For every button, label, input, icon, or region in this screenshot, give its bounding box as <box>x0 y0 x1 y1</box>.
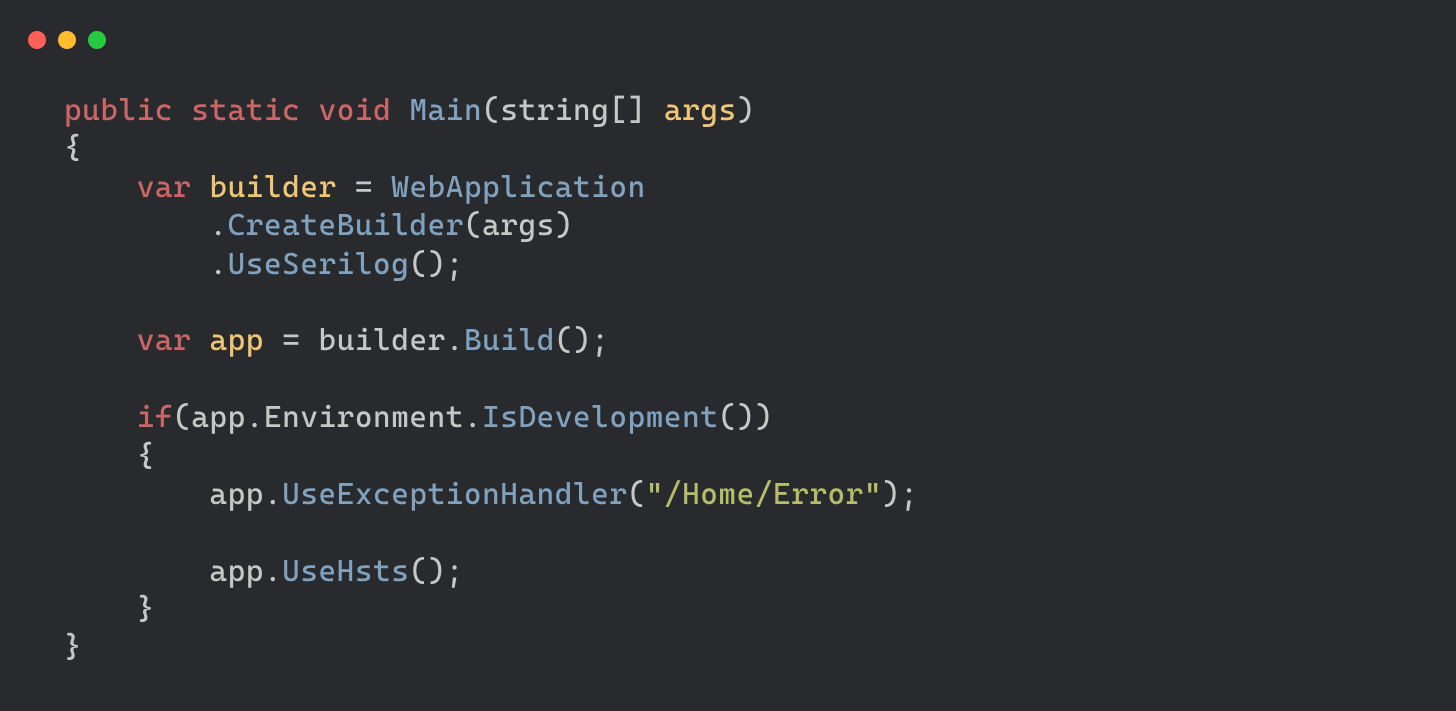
code-token <box>300 93 318 128</box>
code-token <box>337 170 355 205</box>
code-token: Main <box>409 93 482 128</box>
code-token: = <box>282 323 300 358</box>
code-token: ( <box>628 477 646 512</box>
code-token: } <box>64 592 155 627</box>
code-token: app. <box>64 554 282 589</box>
code-token: ()) <box>718 400 773 435</box>
maximize-icon[interactable] <box>88 31 106 49</box>
code-token: if <box>137 400 173 435</box>
code-token <box>173 93 191 128</box>
code-token: app. <box>64 477 282 512</box>
code-token: ( <box>464 208 482 243</box>
code-token: void <box>319 93 392 128</box>
code-token: args <box>664 93 737 128</box>
code-token: IsDevelopment <box>482 400 718 435</box>
code-token: ) <box>737 93 755 128</box>
code-token: builder. <box>300 323 464 358</box>
code-token: string <box>500 93 609 128</box>
code-token: static <box>191 93 300 128</box>
code-token <box>64 400 137 435</box>
code-token <box>391 93 409 128</box>
code-token <box>64 170 137 205</box>
code-token: (app.Environment. <box>173 400 482 435</box>
code-token: app <box>209 323 264 358</box>
code-token: var <box>137 170 192 205</box>
code-token: . <box>64 247 228 282</box>
code-token: ( <box>482 93 500 128</box>
code-token: ) <box>555 208 573 243</box>
code-token: Build <box>464 323 555 358</box>
code-token: public <box>64 93 173 128</box>
code-token: UseSerilog <box>228 247 410 282</box>
code-content: public static void Main(string[] args) {… <box>64 92 1456 668</box>
code-token: UseHsts <box>282 554 409 589</box>
code-token: args <box>482 208 555 243</box>
code-token <box>373 170 391 205</box>
code-token: var <box>137 323 192 358</box>
close-icon[interactable] <box>28 31 46 49</box>
code-editor[interactable]: public static void Main(string[] args) {… <box>0 56 1456 668</box>
code-token: . <box>64 208 228 243</box>
code-token: (); <box>555 323 610 358</box>
code-token: { <box>64 131 82 166</box>
code-token: builder <box>209 170 336 205</box>
code-token <box>191 323 209 358</box>
code-token <box>264 323 282 358</box>
minimize-icon[interactable] <box>58 31 76 49</box>
window-titlebar <box>0 0 1456 56</box>
code-token: ); <box>882 477 918 512</box>
code-token: = <box>355 170 373 205</box>
code-token: "/Home/Error" <box>646 477 882 512</box>
code-token: (); <box>409 247 464 282</box>
code-token: } <box>64 630 82 665</box>
code-window: public static void Main(string[] args) {… <box>0 0 1456 711</box>
code-token <box>191 170 209 205</box>
code-token: UseExceptionHandler <box>282 477 627 512</box>
code-token: CreateBuilder <box>228 208 464 243</box>
code-token <box>64 323 137 358</box>
code-token: { <box>64 439 155 474</box>
code-token: (); <box>409 554 464 589</box>
code-token: [] <box>609 93 664 128</box>
code-token: WebApplication <box>391 170 646 205</box>
